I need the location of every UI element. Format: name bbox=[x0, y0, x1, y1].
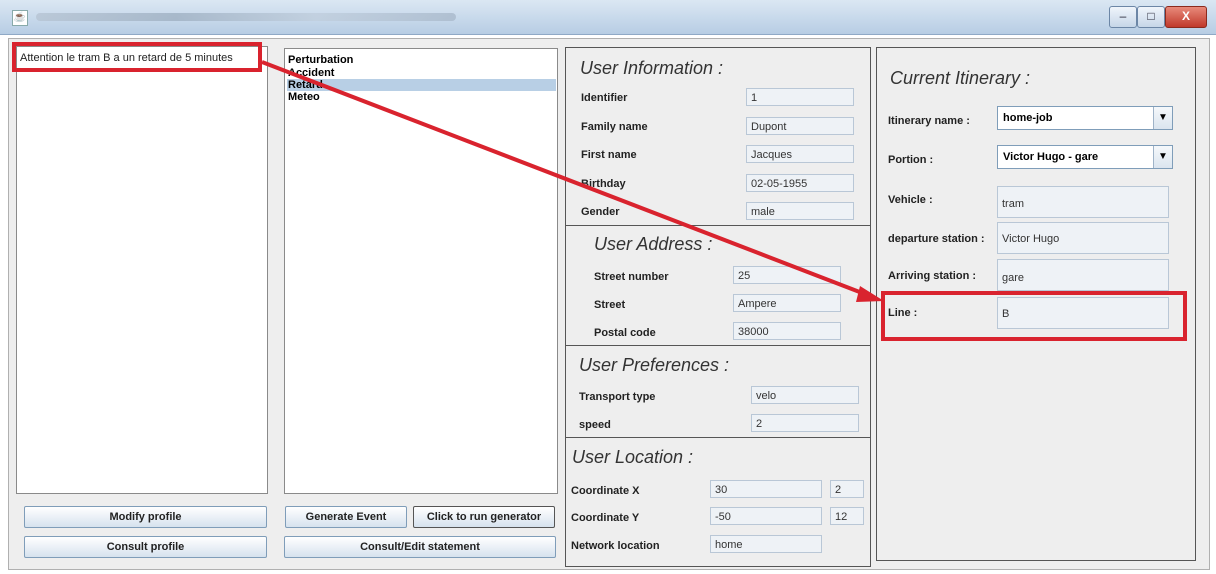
first-name-field[interactable]: Jacques bbox=[746, 145, 854, 163]
java-app-icon: ☕ bbox=[12, 10, 28, 26]
portion-select[interactable]: Victor Hugo - gare ▼ bbox=[997, 145, 1173, 169]
section-title: User Address : bbox=[594, 234, 713, 254]
departure-station-label: departure station : bbox=[888, 233, 985, 245]
window-titlebar: ☕ – □ X bbox=[0, 0, 1216, 35]
coordinate-y-extra-field[interactable]: 12 bbox=[830, 507, 864, 525]
first-name-label: First name bbox=[581, 149, 637, 161]
line-label: Line : bbox=[888, 307, 918, 319]
identifier-field[interactable]: 1 bbox=[746, 88, 854, 106]
maximize-button[interactable]: □ bbox=[1137, 6, 1165, 28]
coordinate-x-extra-field[interactable]: 2 bbox=[830, 480, 864, 498]
chevron-down-icon[interactable]: ▼ bbox=[1153, 107, 1172, 129]
section-title: User Information : bbox=[580, 58, 724, 78]
family-name-field[interactable]: Dupont bbox=[746, 117, 854, 135]
chevron-down-icon[interactable]: ▼ bbox=[1153, 146, 1172, 168]
postal-code-label: Postal code bbox=[594, 327, 656, 339]
speed-field[interactable]: 2 bbox=[751, 414, 859, 432]
messages-list[interactable]: Attention le tram B a un retard de 5 min… bbox=[16, 46, 268, 494]
street-number-label: Street number bbox=[594, 271, 669, 283]
event-item-meteo[interactable]: Meteo bbox=[287, 91, 556, 103]
departure-station-field[interactable]: Victor Hugo bbox=[997, 222, 1169, 254]
event-type-list[interactable]: Perturbation Accident Retard Meteo bbox=[284, 48, 558, 494]
street-label: Street bbox=[594, 299, 626, 311]
vehicle-label: Vehicle : bbox=[888, 194, 933, 206]
message-item[interactable]: Attention le tram B a un retard de 5 min… bbox=[20, 52, 233, 64]
user-preferences-section: User Preferences : Transport type velo s… bbox=[565, 345, 871, 439]
section-title: User Preferences : bbox=[579, 355, 730, 375]
birthday-label: Birthday bbox=[581, 178, 626, 190]
gender-field[interactable]: male bbox=[746, 202, 854, 220]
network-location-field[interactable]: home bbox=[710, 535, 822, 553]
coordinate-y-field[interactable]: -50 bbox=[710, 507, 822, 525]
modify-profile-button[interactable]: Modify profile bbox=[24, 506, 267, 528]
coordinate-x-field[interactable]: 30 bbox=[710, 480, 822, 498]
street-field[interactable]: Ampere bbox=[733, 294, 841, 312]
line-field[interactable]: B bbox=[997, 297, 1169, 329]
network-location-label: Network location bbox=[571, 540, 660, 552]
transport-type-field[interactable]: velo bbox=[751, 386, 859, 404]
coordinate-x-label: Coordinate X bbox=[571, 485, 640, 497]
window-title-blurred bbox=[36, 13, 456, 21]
section-title: Current Itinerary : bbox=[890, 68, 1031, 88]
minimize-button[interactable]: – bbox=[1109, 6, 1137, 28]
vehicle-field[interactable]: tram bbox=[997, 186, 1169, 218]
itinerary-name-label: Itinerary name : bbox=[888, 115, 970, 127]
event-item-accident[interactable]: Accident bbox=[287, 67, 556, 79]
identifier-label: Identifier bbox=[581, 92, 628, 104]
arriving-station-label: Arriving station : bbox=[888, 270, 977, 282]
itinerary-name-value: home-job bbox=[1003, 112, 1053, 124]
coordinate-y-label: Coordinate Y bbox=[571, 512, 640, 524]
close-button[interactable]: X bbox=[1165, 6, 1207, 28]
current-itinerary-section: Current Itinerary : Itinerary name : hom… bbox=[876, 47, 1196, 561]
user-address-section: User Address : Street number 25 Street A… bbox=[565, 225, 871, 347]
consult-statement-button[interactable]: Consult/Edit statement bbox=[284, 536, 556, 558]
family-name-label: Family name bbox=[581, 121, 648, 133]
run-generator-button[interactable]: Click to run generator bbox=[413, 506, 555, 528]
birthday-field[interactable]: 02-05-1955 bbox=[746, 174, 854, 192]
user-location-section: User Location : Coordinate X 30 2 Coordi… bbox=[565, 437, 871, 567]
generate-event-button[interactable]: Generate Event bbox=[285, 506, 407, 528]
itinerary-name-select[interactable]: home-job ▼ bbox=[997, 106, 1173, 130]
section-title: User Location : bbox=[572, 447, 694, 467]
gender-label: Gender bbox=[581, 206, 620, 218]
postal-code-field[interactable]: 38000 bbox=[733, 322, 841, 340]
speed-label: speed bbox=[579, 419, 611, 431]
arriving-station-field[interactable]: gare bbox=[997, 259, 1169, 291]
consult-profile-button[interactable]: Consult profile bbox=[24, 536, 267, 558]
event-item-retard[interactable]: Retard bbox=[287, 79, 556, 91]
transport-type-label: Transport type bbox=[579, 391, 656, 403]
street-number-field[interactable]: 25 bbox=[733, 266, 841, 284]
portion-value: Victor Hugo - gare bbox=[1003, 151, 1099, 163]
portion-label: Portion : bbox=[888, 154, 934, 166]
user-information-section: User Information : Identifier 1 Family n… bbox=[565, 47, 871, 227]
event-item-perturbation[interactable]: Perturbation bbox=[287, 54, 556, 66]
